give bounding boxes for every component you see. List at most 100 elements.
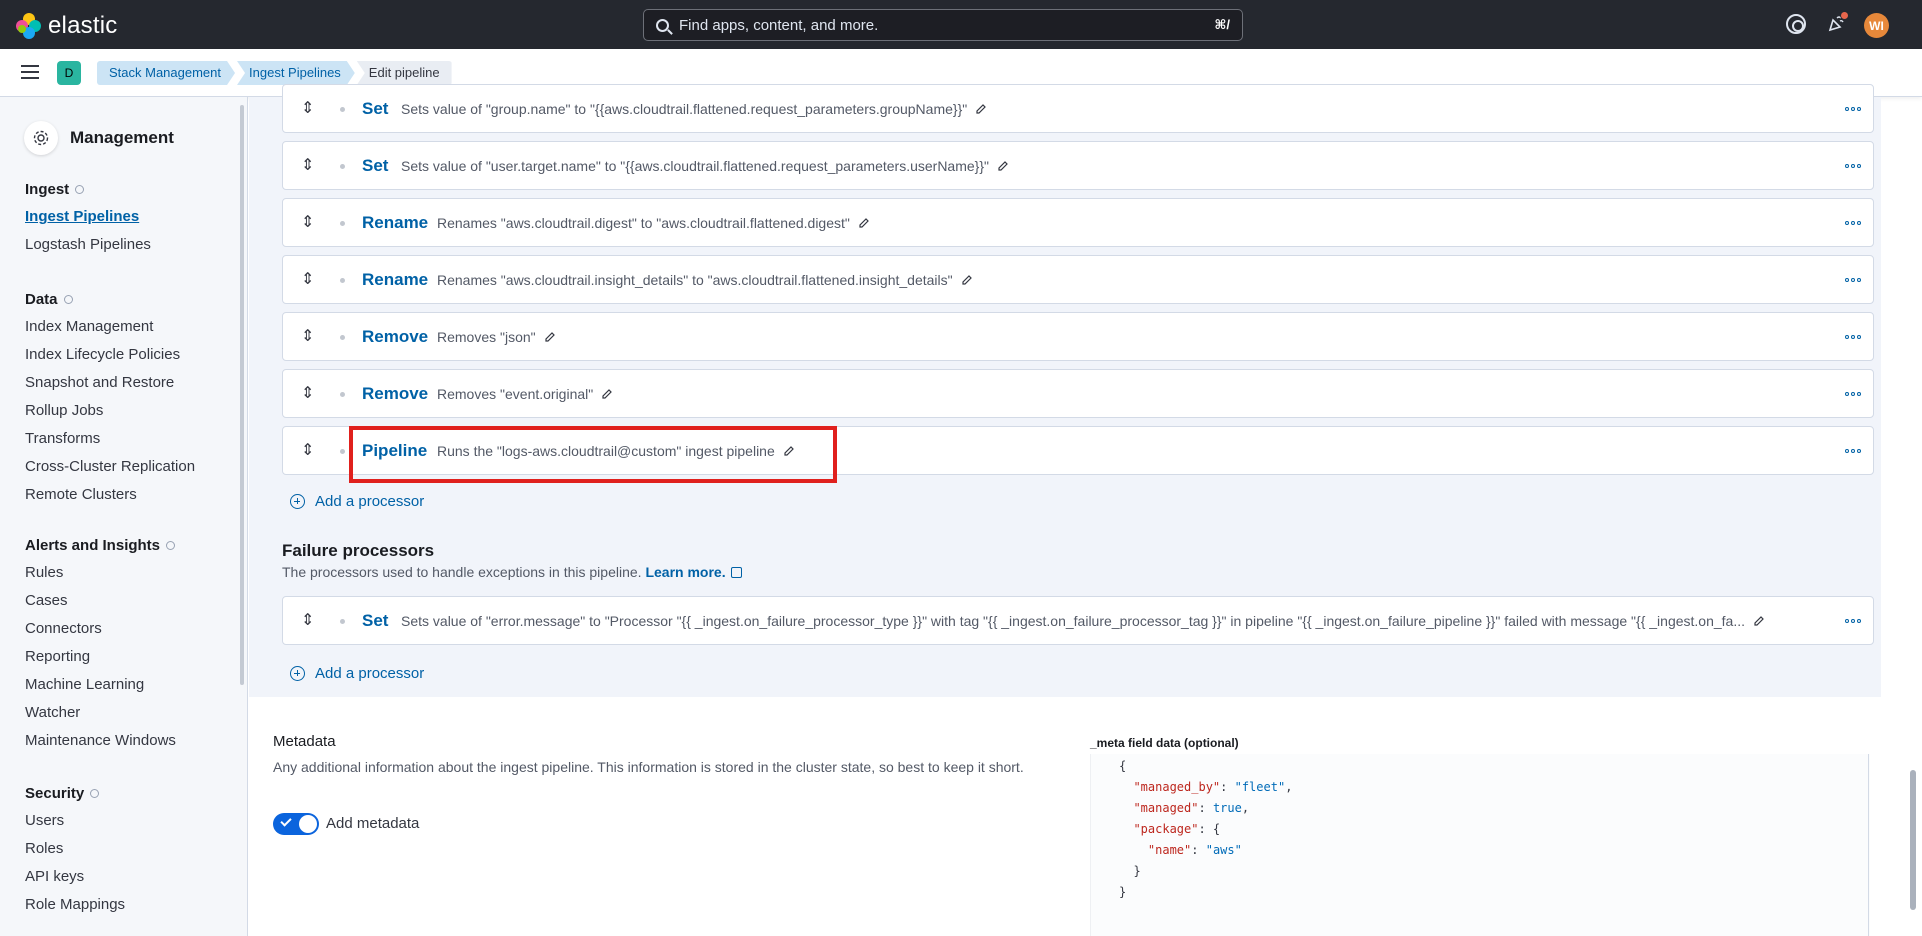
meta-code-editor[interactable]: { "managed_by": "fleet", "managed": true… (1090, 754, 1870, 936)
nav-group-label: Alerts and Insights (25, 537, 161, 554)
pencil-icon[interactable] (975, 103, 987, 115)
drag-handle-icon[interactable]: ⇕ (301, 383, 314, 405)
processor-description-text: Sets value of "error.message" to "Proces… (401, 613, 1746, 629)
more-actions-icon[interactable] (1845, 449, 1861, 453)
code-key: "package" (1133, 822, 1199, 836)
pencil-icon[interactable] (997, 160, 1009, 172)
processor-type[interactable]: Set (362, 611, 388, 631)
sidebar-item-connectors[interactable]: Connectors (25, 620, 176, 638)
code-key: "name" (1147, 843, 1192, 857)
status-dot (340, 164, 345, 169)
external-link-icon (730, 567, 742, 578)
drag-handle-icon[interactable]: ⇕ (301, 212, 314, 234)
more-actions-icon[interactable] (1845, 221, 1861, 225)
sidebar-item-maintenance-windows[interactable]: Maintenance Windows (25, 732, 176, 750)
help-icon[interactable] (1786, 14, 1806, 34)
sidebar-item-index-lifecycle-policies[interactable]: Index Lifecycle Policies (25, 346, 195, 364)
pencil-icon[interactable] (1753, 615, 1765, 627)
more-actions-icon[interactable] (1845, 278, 1861, 282)
nav-group-label: Ingest (25, 181, 70, 198)
code-line: "managed_by": "fleet", (1133, 780, 1293, 794)
space-avatar[interactable]: D (57, 61, 81, 85)
news-feed-icon[interactable] (1826, 11, 1849, 34)
drag-handle-icon[interactable]: ⇕ (301, 326, 314, 348)
add-processor-button[interactable]: Add a processor (290, 493, 424, 510)
sidebar-item-rollup-jobs[interactable]: Rollup Jobs (25, 402, 195, 420)
sidebar-item-transforms[interactable]: Transforms (25, 430, 195, 448)
add-failure-processor-button[interactable]: Add a processor (290, 665, 424, 682)
sidebar-item-reporting[interactable]: Reporting (25, 648, 176, 666)
user-avatar[interactable]: WI (1864, 13, 1889, 38)
add-metadata-toggle[interactable] (273, 813, 319, 835)
failure-description-text: The processors used to handle exceptions… (282, 564, 642, 580)
pencil-icon[interactable] (961, 274, 973, 286)
processor-type[interactable]: Rename (362, 213, 428, 233)
processor-type[interactable]: Remove (362, 384, 428, 404)
drag-handle-icon[interactable]: ⇕ (301, 155, 314, 177)
processor-row[interactable]: ⇕ Set Sets value of "user.target.name" t… (282, 141, 1874, 190)
sidebar-item-roles[interactable]: Roles (25, 840, 125, 858)
processor-row[interactable]: ⇕ Remove Removes "json" (282, 312, 1874, 361)
breadcrumb-edit-pipeline: Edit pipeline (356, 61, 452, 85)
processor-row[interactable]: ⇕ Remove Removes "event.original" (282, 369, 1874, 418)
more-actions-icon[interactable] (1845, 107, 1861, 111)
pencil-icon[interactable] (601, 388, 613, 400)
sidebar-header: Management (24, 121, 174, 155)
global-search[interactable]: ⌘/ (643, 9, 1243, 41)
sidebar-item-api-keys[interactable]: API keys (25, 868, 125, 886)
processor-row[interactable]: ⇕ Rename Renames "aws.cloudtrail.insight… (282, 255, 1874, 304)
sidebar-item-index-management[interactable]: Index Management (25, 318, 195, 336)
drag-handle-icon[interactable]: ⇕ (301, 98, 314, 120)
search-icon (656, 18, 669, 32)
sidebar-item-cases[interactable]: Cases (25, 592, 176, 610)
code-value: true (1212, 801, 1242, 815)
app-frame: elastic ⌘/ WI D Stack Management Ingest … (0, 0, 1922, 936)
processor-type[interactable]: Remove (362, 327, 428, 347)
sidebar-item-users[interactable]: Users (25, 812, 125, 830)
menu-toggle-icon[interactable] (21, 65, 39, 79)
drag-handle-icon[interactable]: ⇕ (301, 269, 314, 291)
sidebar-item-role-mappings[interactable]: Role Mappings (25, 896, 125, 914)
code-brace: { (1119, 759, 1127, 773)
main-scrollbar[interactable] (1910, 770, 1916, 910)
metadata-title: Metadata (273, 733, 336, 750)
pencil-icon[interactable] (858, 217, 870, 229)
sidebar-item-ccr[interactable]: Cross-Cluster Replication (25, 458, 195, 476)
processor-description-text: Renames "aws.cloudtrail.insight_details"… (437, 272, 953, 288)
processor-type[interactable]: Set (362, 156, 388, 176)
processor-description-text: Sets value of "user.target.name" to "{{a… (401, 158, 989, 174)
sidebar-item-logstash-pipelines[interactable]: Logstash Pipelines (25, 236, 151, 254)
processor-type[interactable]: Set (362, 99, 388, 119)
sidebar-item-machine-learning[interactable]: Machine Learning (25, 676, 176, 694)
sidebar-item-rules[interactable]: Rules (25, 564, 176, 582)
learn-more-link[interactable]: Learn more. (645, 564, 742, 580)
sidebar-item-watcher[interactable]: Watcher (25, 704, 176, 722)
failure-processor-row[interactable]: ⇕ Set Sets value of "error.message" to "… (282, 596, 1874, 645)
check-icon (280, 815, 292, 827)
nav-group-title: Alerts and Insights (25, 537, 176, 554)
processor-row[interactable]: ⇕ Set Sets value of "group.name" to "{{a… (282, 84, 1874, 133)
code-editor-scrollbar[interactable] (1868, 754, 1869, 936)
sidebar-item-ingest-pipelines[interactable]: Ingest Pipelines (25, 208, 151, 226)
more-actions-icon[interactable] (1845, 392, 1861, 396)
processor-description: Sets value of "group.name" to "{{aws.clo… (401, 101, 987, 117)
info-icon (166, 541, 176, 550)
more-actions-icon[interactable] (1845, 164, 1861, 168)
sidebar-scrollbar[interactable] (240, 105, 244, 685)
more-actions-icon[interactable] (1845, 619, 1861, 623)
breadcrumb-ingest-pipelines[interactable]: Ingest Pipelines (237, 61, 355, 85)
sidebar-item-snapshot-restore[interactable]: Snapshot and Restore (25, 374, 195, 392)
elastic-logo[interactable]: elastic (16, 12, 117, 40)
breadcrumb-stack-management[interactable]: Stack Management (97, 61, 235, 85)
drag-handle-icon[interactable]: ⇕ (301, 440, 314, 462)
processor-type[interactable]: Rename (362, 270, 428, 290)
pencil-icon[interactable] (544, 331, 556, 343)
search-input[interactable] (679, 16, 1215, 34)
sidebar-item-remote-clusters[interactable]: Remote Clusters (25, 486, 195, 504)
add-metadata-label[interactable]: Add metadata (326, 815, 419, 832)
learn-more-text: Learn more. (645, 564, 726, 580)
more-actions-icon[interactable] (1845, 335, 1861, 339)
drag-handle-icon[interactable]: ⇕ (301, 610, 314, 632)
processor-description: Renames "aws.cloudtrail.digest" to "aws.… (437, 215, 870, 231)
processor-row[interactable]: ⇕ Rename Renames "aws.cloudtrail.digest"… (282, 198, 1874, 247)
